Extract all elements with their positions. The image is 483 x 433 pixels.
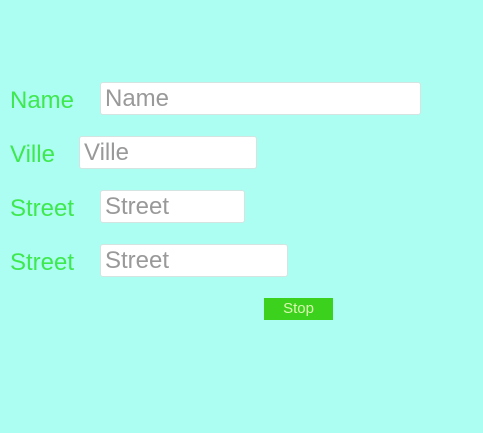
street-input-1[interactable] [100,190,245,223]
name-label: Name [10,87,75,114]
ville-label: Ville [10,141,55,168]
stop-button[interactable]: Stop [264,298,333,320]
name-input[interactable] [100,82,421,115]
street-label-1: Street [10,195,75,222]
street-label-2: Street [10,249,75,276]
street-input-2[interactable] [100,244,288,277]
ville-input[interactable] [79,136,257,169]
